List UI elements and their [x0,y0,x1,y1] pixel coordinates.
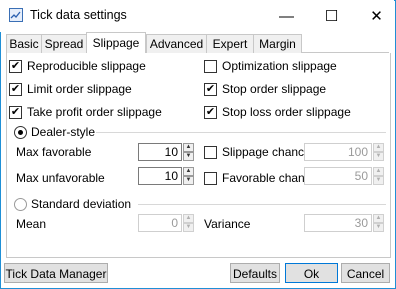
variance-stepper[interactable]: ▲ ▼ [373,214,384,232]
favorable-chance-checkbox[interactable] [204,172,217,185]
variance-label: Variance [204,217,251,231]
standard-deviation-radio[interactable] [14,198,27,211]
optimization-slippage-label: Optimization slippage [222,59,337,73]
stop-loss-slippage-checkbox[interactable]: ✔ [204,106,217,119]
max-unfavorable-stepper[interactable]: ▲ ▼ [183,167,194,185]
tab-basic[interactable]: Basic [6,34,42,53]
stepper-down-icon[interactable]: ▼ [183,176,194,185]
slippage-chance-input[interactable]: 100 [304,143,372,161]
maximize-button[interactable]: ☐ [309,0,354,32]
standard-deviation-group-line [138,204,386,205]
slippage-chance-label: Slippage chance [222,145,311,159]
take-profit-slippage-label: Take profit order slippage [27,105,162,119]
window-title: Tick data settings [30,8,127,22]
stepper-down-icon[interactable]: ▼ [183,152,194,161]
minimize-button[interactable]: — [264,0,309,32]
defaults-button[interactable]: Defaults [230,263,280,283]
ok-button[interactable]: Ok [285,263,338,283]
dealer-style-radio[interactable] [14,126,27,139]
stepper-up-icon[interactable]: ▲ [183,143,194,152]
slippage-chance-checkbox[interactable] [204,146,217,159]
tab-margin[interactable]: Margin [253,34,302,53]
reproducible-slippage-checkbox[interactable]: ✔ [9,60,22,73]
tab-advanced[interactable]: Advanced [146,34,207,53]
max-unfavorable-label: Max unfavorable [16,171,105,185]
slippage-chance-stepper[interactable]: ▲ ▼ [373,143,384,161]
close-button[interactable]: ✕ [354,0,396,32]
stepper-up-icon[interactable]: ▲ [373,214,384,223]
stepper-up-icon[interactable]: ▲ [373,143,384,152]
tab-expert[interactable]: Expert [206,34,254,53]
favorable-chance-stepper[interactable]: ▲ ▼ [373,167,384,185]
stepper-up-icon[interactable]: ▲ [183,167,194,176]
radio-selected-dot [18,130,23,135]
stop-order-slippage-label: Stop order slippage [222,82,327,96]
mean-input[interactable]: 0 [138,214,182,232]
stepper-up-icon[interactable]: ▲ [183,214,194,223]
stop-order-slippage-checkbox[interactable]: ✔ [204,83,217,96]
tab-slippage[interactable]: Slippage [86,32,146,54]
dealer-style-label: Dealer-style [31,125,96,139]
stepper-down-icon[interactable]: ▼ [373,152,384,161]
take-profit-slippage-checkbox[interactable]: ✔ [9,106,22,119]
stepper-down-icon[interactable]: ▼ [373,223,384,232]
max-unfavorable-input[interactable]: 10 [138,167,182,185]
stepper-down-icon[interactable]: ▼ [183,223,194,232]
tick-data-icon [9,8,23,22]
tick-data-manager-button[interactable]: Tick Data Manager [4,263,108,283]
mean-stepper[interactable]: ▲ ▼ [183,214,194,232]
cancel-button[interactable]: Cancel [341,263,390,283]
limit-order-slippage-checkbox[interactable]: ✔ [9,83,22,96]
favorable-chance-input[interactable]: 50 [304,167,372,185]
stepper-up-icon[interactable]: ▲ [373,167,384,176]
variance-input[interactable]: 30 [304,214,372,232]
mean-label: Mean [16,217,47,231]
max-favorable-input[interactable]: 10 [138,143,182,161]
max-favorable-label: Max favorable [16,145,92,159]
stepper-down-icon[interactable]: ▼ [373,176,384,185]
stop-loss-slippage-label: Stop loss order slippage [222,105,351,119]
optimization-slippage-checkbox[interactable] [204,60,217,73]
max-favorable-stepper[interactable]: ▲ ▼ [183,143,194,161]
dealer-style-group-line [96,132,386,133]
tab-spread[interactable]: Spread [41,34,87,53]
standard-deviation-label: Standard deviation [31,197,132,211]
limit-order-slippage-label: Limit order slippage [27,82,132,96]
reproducible-slippage-label: Reproducible slippage [27,59,146,73]
